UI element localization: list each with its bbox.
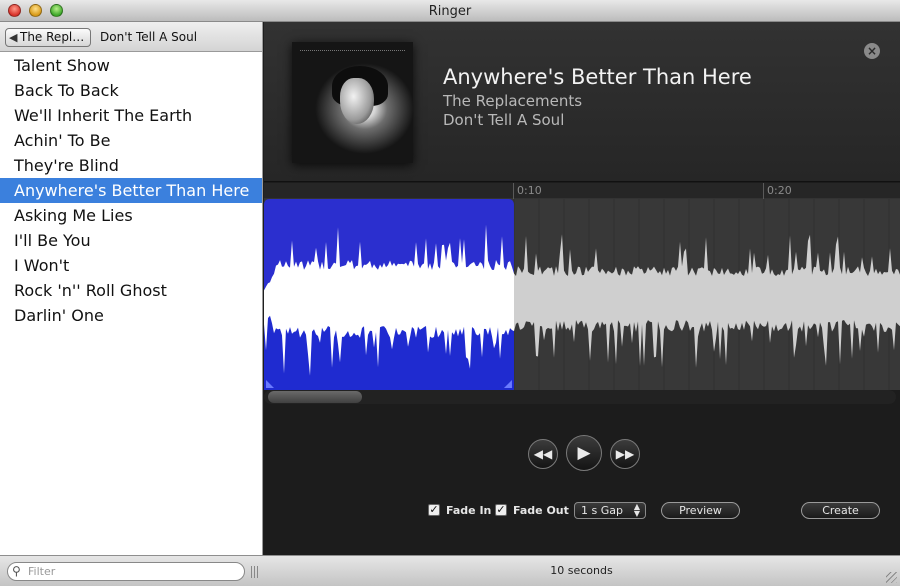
waveform-scrollbar[interactable]	[264, 390, 896, 404]
song-album: Don't Tell A Soul	[443, 111, 565, 129]
scroll-thumb[interactable]	[268, 391, 362, 403]
track-item[interactable]: Achin' To Be	[0, 128, 262, 153]
track-item[interactable]: They're Blind	[0, 153, 262, 178]
track-item[interactable]: Anywhere's Better Than Here	[0, 178, 262, 203]
album-artwork	[292, 42, 413, 163]
fade-in-checkbox[interactable]: ✓	[428, 504, 440, 516]
preview-button[interactable]: Preview	[661, 502, 740, 519]
track-item[interactable]: I Won't	[0, 253, 262, 278]
fade-out-checkbox[interactable]: ✓	[495, 504, 507, 516]
main-panel: Anywhere's Better Than Here The Replacem…	[264, 22, 900, 555]
gap-select[interactable]: 1 s Gap ▲ ▼	[574, 502, 646, 519]
title-bar: Ringer	[0, 0, 900, 22]
breadcrumb: ◀ The Repl… Don't Tell A Soul	[0, 22, 262, 52]
song-title: Anywhere's Better Than Here	[443, 65, 752, 89]
status-duration: 10 seconds	[550, 564, 613, 577]
close-icon[interactable]: ×	[864, 43, 880, 59]
play-button[interactable]: ▶	[566, 435, 602, 471]
ruler-tick	[513, 183, 514, 199]
track-item[interactable]: Darlin' One	[0, 303, 262, 328]
back-button[interactable]: ◀ The Repl…	[5, 28, 91, 47]
rewind-button[interactable]: ◀◀	[528, 439, 558, 469]
track-item[interactable]: I'll Be You	[0, 228, 262, 253]
chevron-left-icon: ◀	[9, 31, 18, 44]
song-artist: The Replacements	[443, 92, 583, 110]
resize-grip-icon[interactable]	[886, 572, 897, 583]
breadcrumb-current-album: Don't Tell A Soul	[100, 30, 198, 44]
filter-input[interactable]	[28, 564, 238, 579]
ruler-tick-label: 0:20	[767, 184, 792, 197]
now-playing-header: Anywhere's Better Than Here The Replacem…	[264, 22, 900, 182]
ruler-tick	[763, 183, 764, 199]
track-list: Talent Show Back To Back We'll Inherit T…	[0, 53, 262, 328]
create-button[interactable]: Create	[801, 502, 880, 519]
track-item[interactable]: Back To Back	[0, 78, 262, 103]
waveform[interactable]	[264, 199, 900, 390]
play-icon: ▶	[577, 443, 591, 463]
ruler-tick-label: 0:10	[517, 184, 542, 197]
track-item[interactable]: Rock 'n'' Roll Ghost	[0, 278, 262, 303]
track-item[interactable]: We'll Inherit The Earth	[0, 103, 262, 128]
split-grip-handle[interactable]	[251, 566, 258, 578]
back-button-label: The Repl…	[20, 30, 85, 44]
rewind-icon: ◀◀	[533, 447, 553, 461]
sidebar: ◀ The Repl… Don't Tell A Soul Talent Sho…	[0, 22, 263, 555]
gap-select-value: 1 s Gap	[581, 504, 623, 517]
fast-forward-icon: ▶▶	[615, 447, 635, 461]
waveform-svg	[264, 199, 900, 390]
track-item[interactable]: Asking Me Lies	[0, 203, 262, 228]
timeline-ruler: 0:10 0:20	[264, 183, 900, 199]
fade-in-label: Fade In	[446, 504, 492, 517]
updown-chevron-icon: ▲ ▼	[633, 502, 640, 518]
search-icon: ⚲	[12, 564, 21, 578]
filter-field[interactable]: ⚲	[7, 562, 245, 581]
fast-forward-button[interactable]: ▶▶	[610, 439, 640, 469]
track-item[interactable]: Talent Show	[0, 53, 262, 78]
artwork-face	[340, 78, 374, 124]
window-title: Ringer	[428, 4, 472, 19]
bottom-bar: ⚲ 10 seconds	[0, 555, 900, 586]
artwork-lettering	[300, 50, 405, 54]
fade-out-label: Fade Out	[513, 504, 569, 517]
